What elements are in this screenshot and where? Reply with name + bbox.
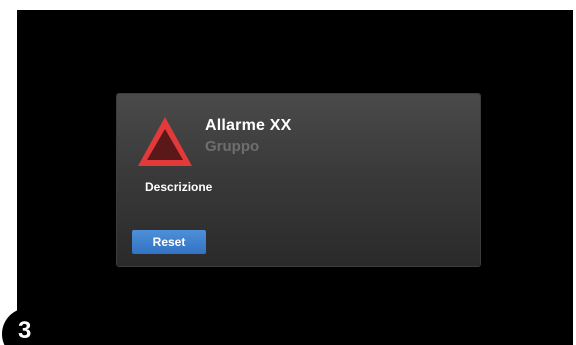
alarm-description: Descrizione bbox=[145, 180, 213, 194]
reset-button[interactable]: Reset bbox=[132, 230, 206, 254]
hmi-screen: Allarme XX Gruppo Descrizione Reset bbox=[17, 10, 573, 345]
alarm-title: Allarme XX bbox=[205, 117, 292, 134]
alarm-dialog: Allarme XX Gruppo Descrizione Reset bbox=[117, 94, 480, 266]
alarm-group: Gruppo bbox=[205, 138, 260, 155]
page: Allarme XX Gruppo Descrizione Reset 3 bbox=[0, 0, 576, 345]
warning-triangle-icon bbox=[135, 114, 195, 170]
